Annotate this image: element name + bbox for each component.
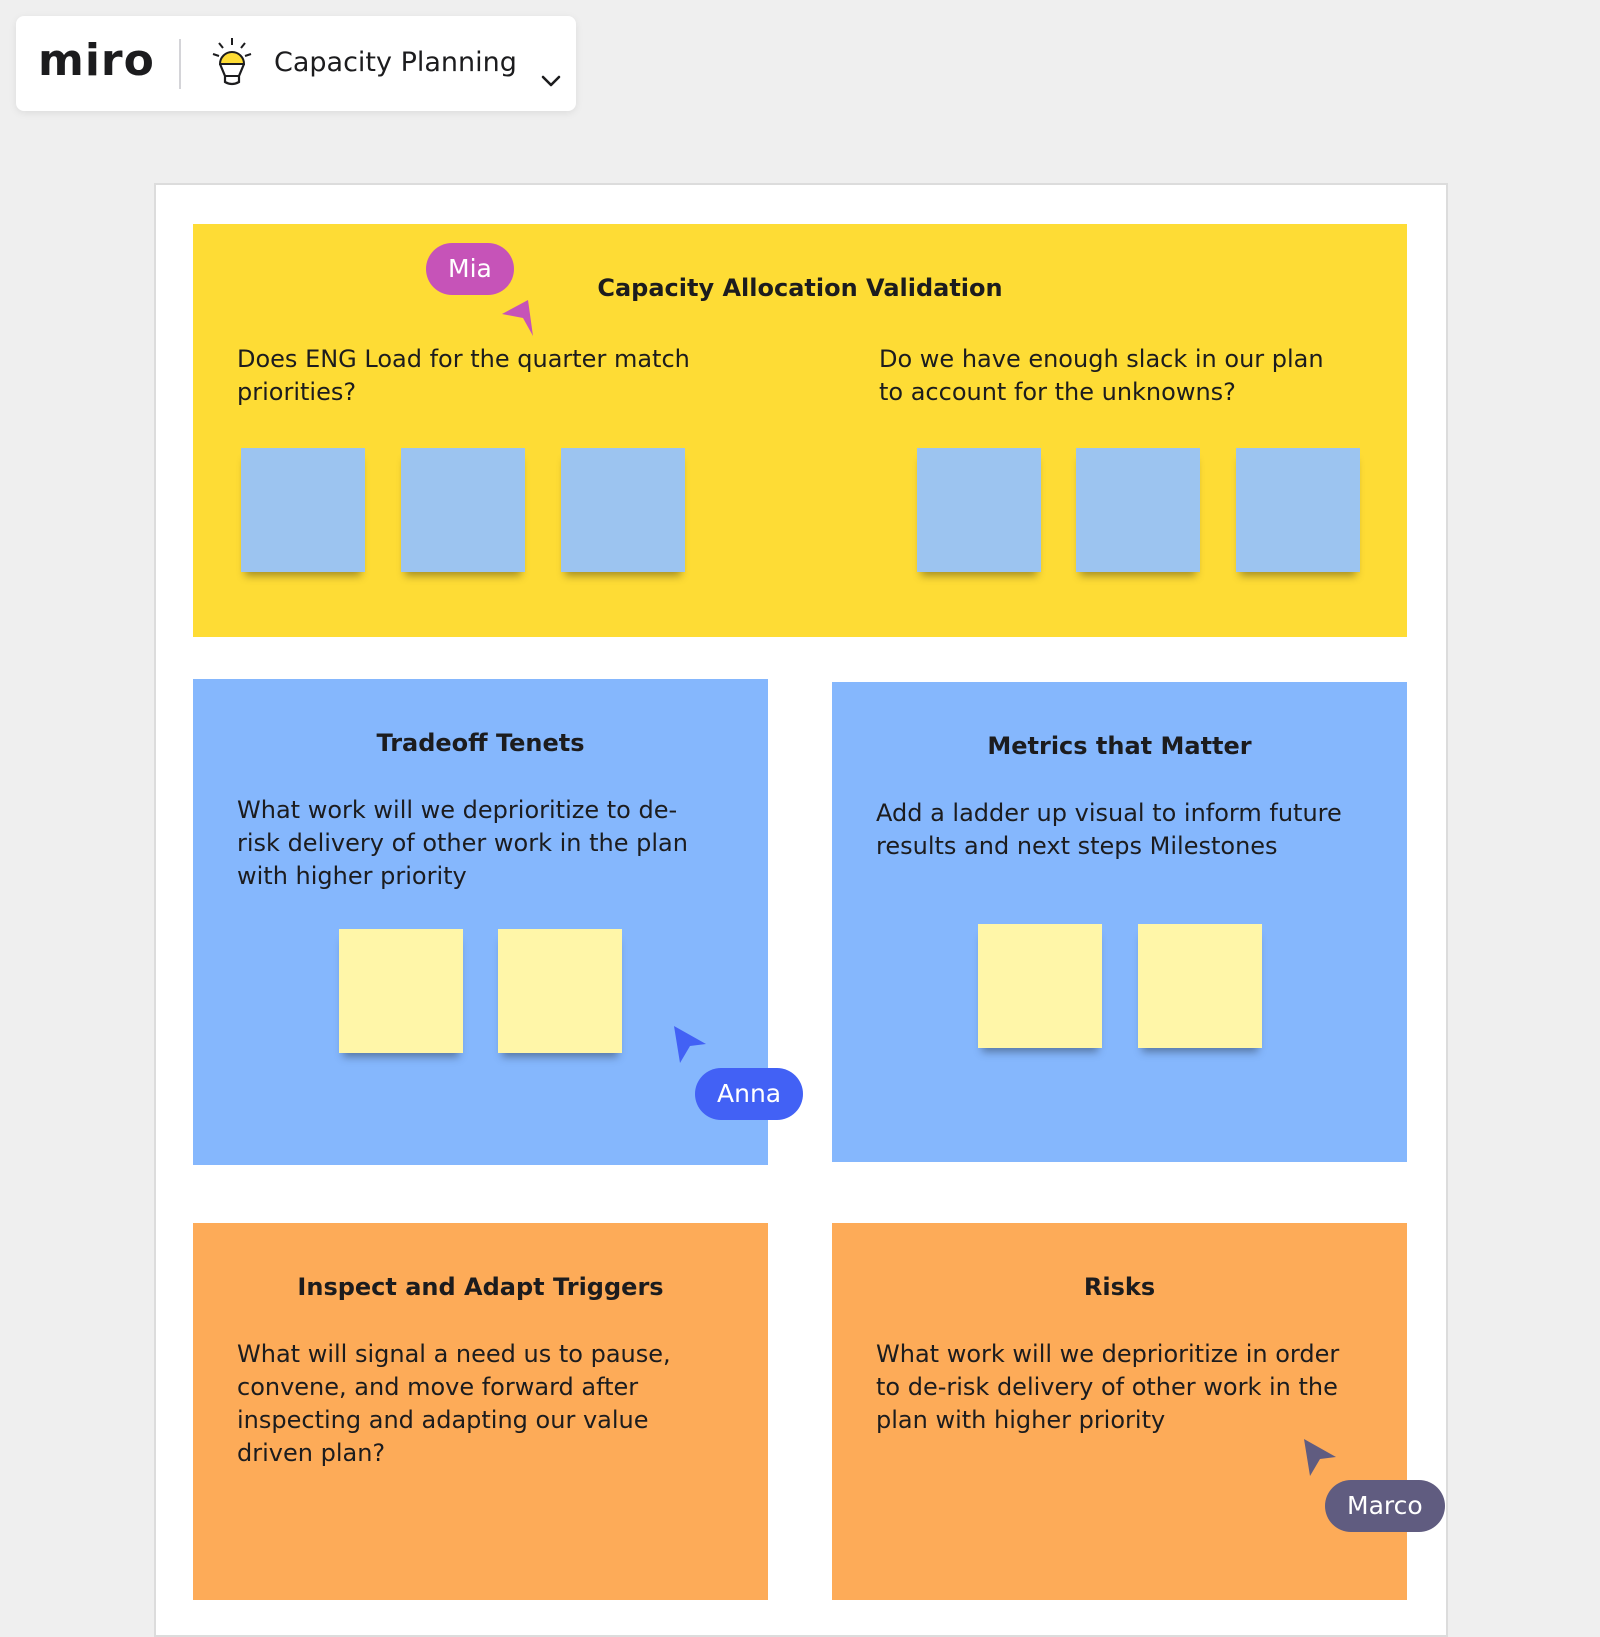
sticky-note[interactable] xyxy=(1076,448,1200,572)
chevron-down-icon[interactable] xyxy=(540,70,562,92)
lightbulb-icon xyxy=(212,38,252,86)
sticky-note[interactable] xyxy=(978,924,1102,1048)
section-body: What work will we deprioritize in order … xyxy=(876,1340,1340,1434)
section-title: Inspect and Adapt Triggers xyxy=(297,1273,664,1301)
section-capacity-allocation[interactable]: Capacity Allocation Validation Does ENG … xyxy=(193,224,1407,637)
section-title: Metrics that Matter xyxy=(987,732,1252,760)
board-header: miro Capacity Planning xyxy=(16,16,576,111)
sticky-note[interactable] xyxy=(917,448,1041,572)
sticky-note[interactable] xyxy=(1138,924,1262,1048)
section-risks[interactable]: Risks What work will we deprioritize in … xyxy=(832,1223,1407,1600)
section-title: Capacity Allocation Validation xyxy=(597,274,1003,302)
collaborator-tag-anna: Anna xyxy=(695,1068,804,1120)
sticky-note[interactable] xyxy=(1236,448,1360,572)
section-body: Add a ladder up visual to inform future … xyxy=(876,799,1342,860)
section-body: What work will we deprioritize to de-ris… xyxy=(237,796,688,890)
section-title: Risks xyxy=(1083,1273,1156,1301)
sticky-note[interactable] xyxy=(339,929,463,1053)
collaborator-tag-marco: Marco xyxy=(1325,1480,1445,1532)
section-inspect-adapt-triggers[interactable]: Inspect and Adapt Triggers What will sig… xyxy=(193,1223,768,1600)
section-body: What will signal a need us to pause, con… xyxy=(237,1340,671,1467)
cursor-arrow-icon xyxy=(674,1026,706,1063)
section-metrics-that-matter[interactable]: Metrics that Matter Add a ladder up visu… xyxy=(832,682,1407,1162)
cursor-arrow-icon xyxy=(502,300,533,336)
section-title: Tradeoff Tenets xyxy=(376,729,585,757)
cursor-arrow-icon xyxy=(1304,1439,1336,1476)
right-question: Do we have enough slack in our plan to a… xyxy=(879,345,1324,406)
sticky-note[interactable] xyxy=(561,448,685,572)
collaborator-tag-mia: Mia xyxy=(426,243,514,295)
sticky-note[interactable] xyxy=(498,929,622,1053)
sticky-note[interactable] xyxy=(241,448,365,572)
section-tradeoff-tenets[interactable]: Tradeoff Tenets What work will we deprio… xyxy=(193,679,768,1165)
board-title[interactable]: Capacity Planning xyxy=(274,46,517,80)
sticky-note[interactable] xyxy=(401,448,525,572)
miro-logo[interactable]: miro xyxy=(38,36,155,86)
left-question: Does ENG Load for the quarter match prio… xyxy=(237,345,690,406)
header-divider xyxy=(179,39,181,89)
